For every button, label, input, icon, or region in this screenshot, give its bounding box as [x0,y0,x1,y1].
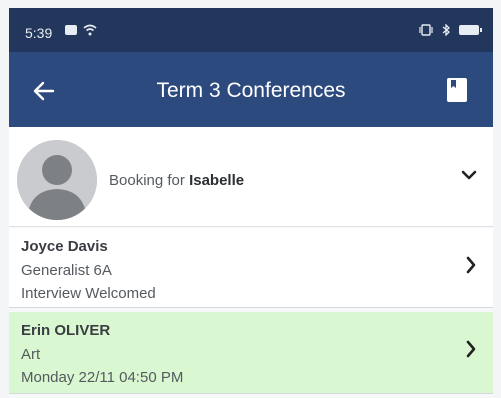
notification-icon [65,25,77,35]
bluetooth-icon [442,24,450,36]
interview-status: Interview Welcomed [21,285,156,302]
teacher-name: Joyce Davis [21,238,108,255]
bookmark-icon [447,78,467,102]
status-icons-left [65,24,97,36]
default-avatar-icon [17,140,97,220]
status-bar: 5:39 [9,8,493,52]
app-frame: 5:39 Term 3 Conferences Booking for Isab… [9,8,493,398]
booking-selector[interactable]: Booking for Isabelle [9,127,493,227]
status-icons-right [419,24,482,36]
battery-icon [459,25,482,35]
chevron-right-icon [466,256,476,274]
booking-label: Booking for Isabelle [109,172,244,189]
student-name: Isabelle [189,172,245,189]
teacher-name: Erin OLIVER [21,322,111,339]
page-title: Term 3 Conferences [156,79,346,102]
app-bar: Term 3 Conferences [9,52,493,127]
teacher-subject: Generalist 6A [21,262,112,279]
teacher-subject: Art [21,346,41,363]
bookmark-button[interactable] [441,72,473,108]
vibrate-icon [419,24,433,36]
booking-prefix: Booking for [109,172,185,189]
list-item[interactable]: Erin OLIVER Art Monday 22/11 04:50 PM [9,312,493,394]
wifi-icon [83,24,97,36]
chevron-down-icon [461,170,477,180]
appointment-time: Monday 22/11 04:50 PM [21,369,184,386]
list-item[interactable]: Joyce Davis Generalist 6A Interview Welc… [9,228,493,308]
status-time: 5:39 [25,25,53,41]
chevron-right-icon [466,340,476,358]
